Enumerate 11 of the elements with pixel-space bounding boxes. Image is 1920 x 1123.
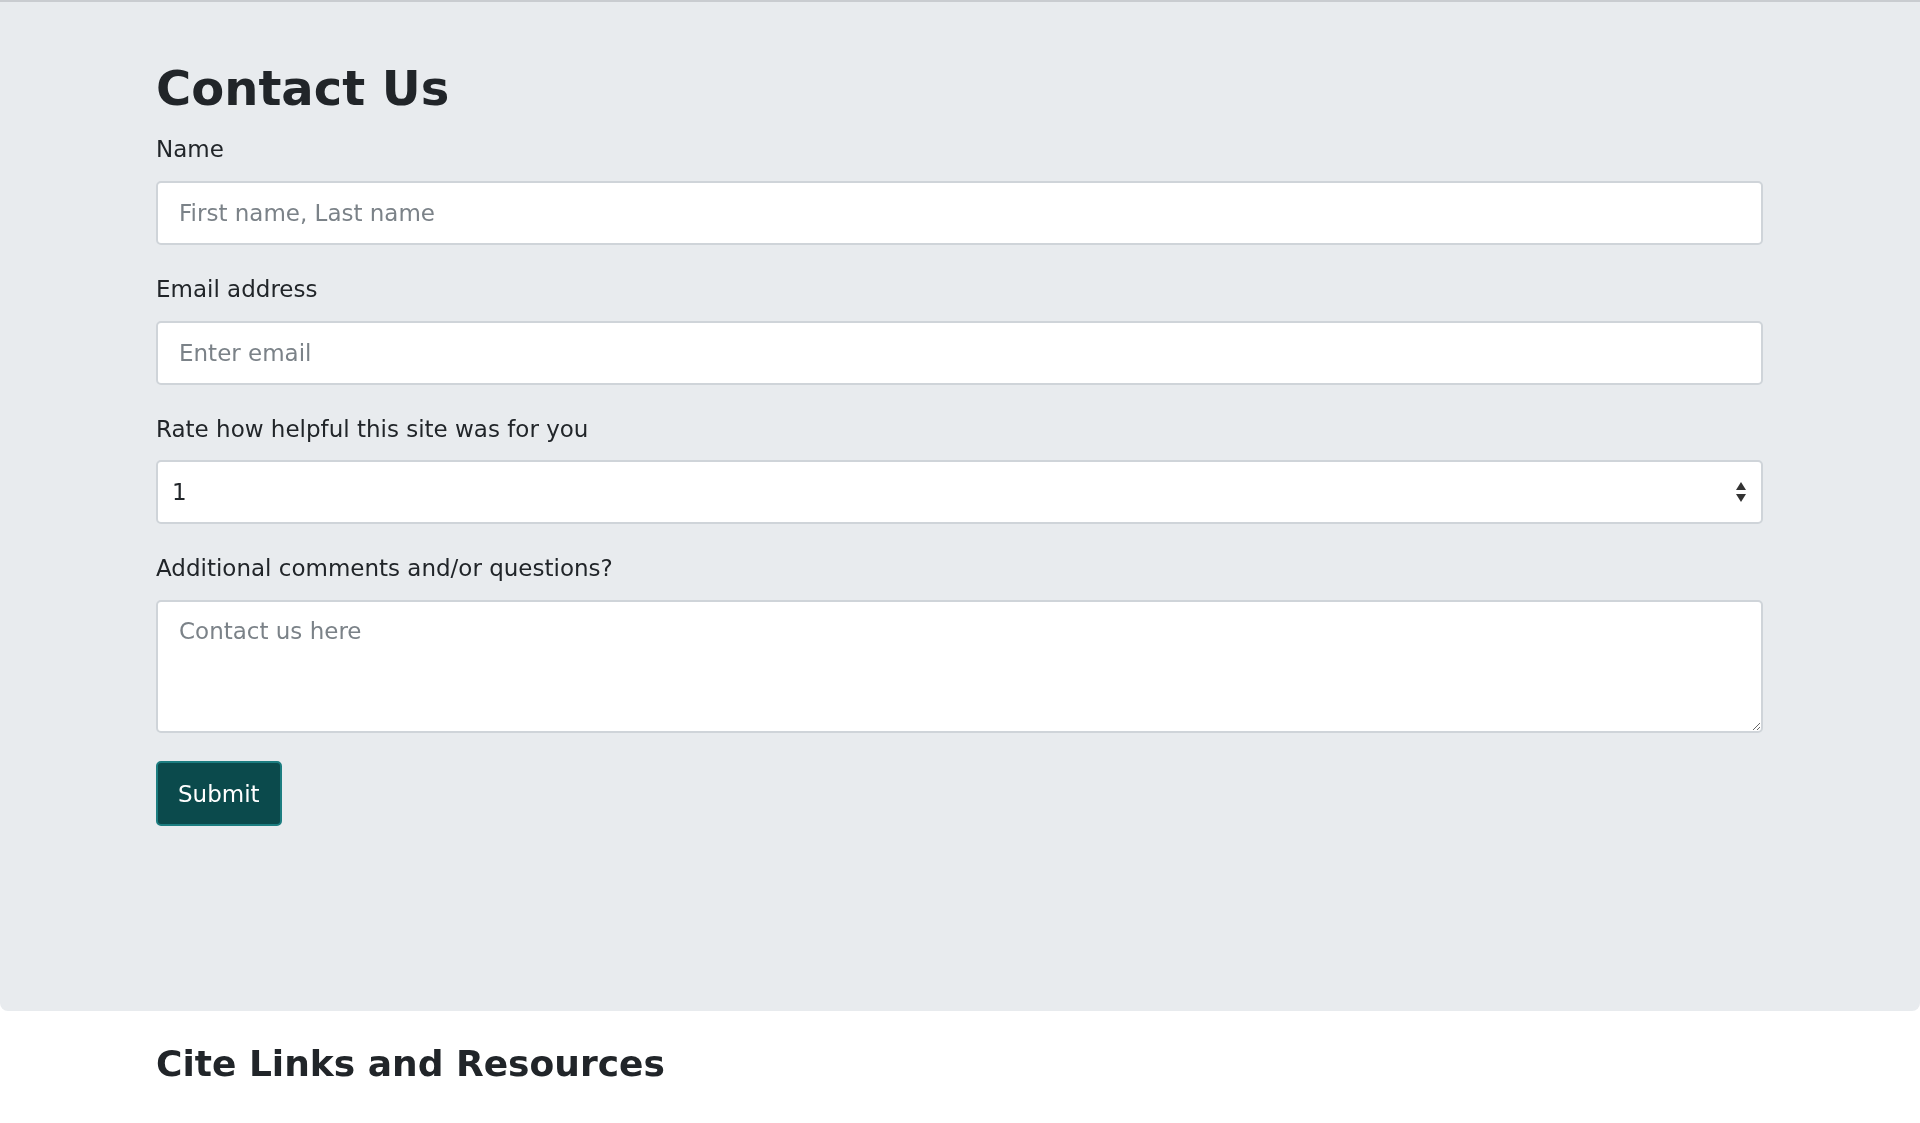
field-label: Email address [156,274,318,304]
field-label: Rate how helpful this site was for you [156,414,589,444]
rating-dropdown[interactable]: 1 [156,460,1763,525]
section-heading: Cite Links and Resources [156,1043,665,1084]
field-label: Additional comments and/or questions? [156,554,613,584]
comments-textarea[interactable]: Contact us here [156,600,1763,734]
text-input-field[interactable]: First name, Last name [156,180,1763,245]
page-heading: Contact Us [156,60,450,116]
submit-button[interactable]: Submit [156,761,282,827]
field-label: Name [156,134,224,164]
text-input-field[interactable]: Enter email [156,320,1763,385]
